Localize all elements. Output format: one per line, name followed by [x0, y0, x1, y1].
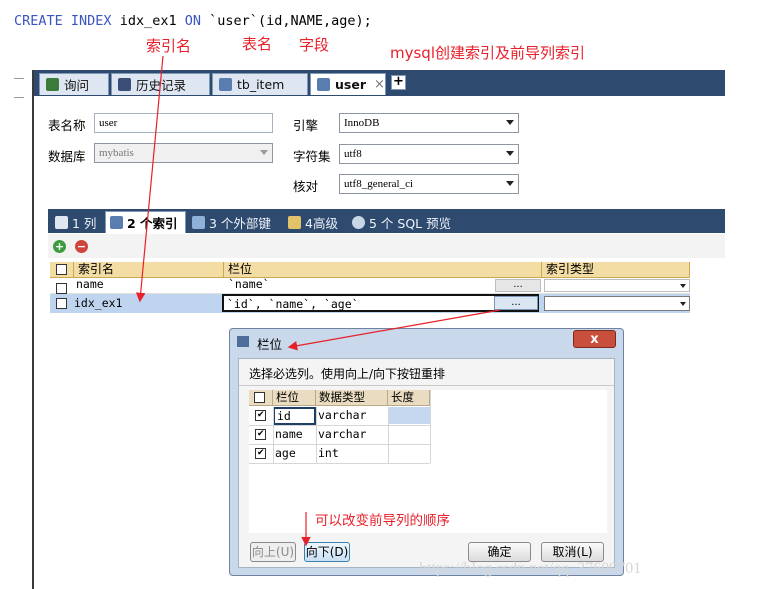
annotation-arrows [135, 55, 501, 547]
arrow-index-name [135, 55, 164, 303]
arrow-columns-dialog [287, 309, 501, 351]
